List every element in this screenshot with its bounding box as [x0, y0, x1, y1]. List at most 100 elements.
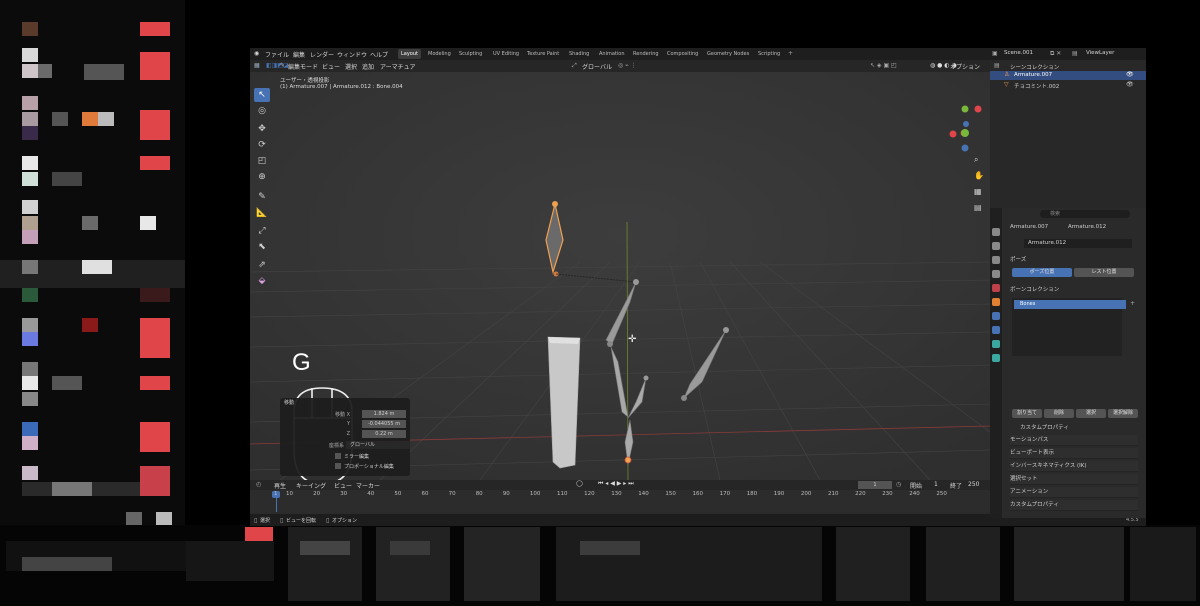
assign-button[interactable]: 割り当て [1012, 409, 1042, 418]
clock-icon[interactable]: ◷ [896, 481, 901, 488]
current-frame-field[interactable]: 1 [858, 481, 892, 489]
proportional-edit-checkbox[interactable] [335, 463, 341, 469]
options-dropdown[interactable]: オプション [950, 62, 980, 71]
roll-tool-icon[interactable]: ⬙ [254, 274, 270, 288]
visibility-icon[interactable]: 👁 [1126, 71, 1134, 78]
menu-edit[interactable]: 編集 [293, 50, 305, 59]
outliner-row-chocomint[interactable]: ▽ チョコミント.002 👁 [990, 81, 1146, 90]
scale-tool-icon[interactable]: ◰ [254, 154, 270, 168]
menu-select[interactable]: 選択 [345, 62, 357, 71]
menu-keying[interactable]: キーイング [296, 481, 326, 490]
orientation-dropdown[interactable]: グローバル [582, 62, 612, 71]
3d-viewport[interactable]: ✛ G ⌕ ✋ ▦ ▤ ユーザー・透視投影 (1) Armature.007 |… [250, 72, 990, 480]
remove-button[interactable]: 削除 [1044, 409, 1074, 418]
bone-size-tool-icon[interactable]: ⤢ [254, 224, 270, 238]
tab-texture-paint[interactable]: Texture Paint [524, 49, 562, 59]
select-box-tool-icon[interactable]: ↖ [254, 88, 270, 102]
transform-tool-icon[interactable]: ⊕ [254, 170, 270, 184]
editor-type-icon[interactable]: ▦ [254, 62, 260, 69]
menu-render[interactable]: レンダー [310, 50, 334, 59]
tab-modeling[interactable]: Modeling [425, 49, 454, 59]
menu-help[interactable]: ヘルプ [370, 50, 388, 59]
list-add-remove-icons[interactable]: + [1130, 300, 1135, 307]
bone-envelope-tool-icon[interactable]: ⬉ [254, 240, 270, 254]
extrude-tool-icon[interactable]: ⇗ [254, 258, 270, 272]
outliner-row-armature[interactable]: ♙ Armature.007 👁 [990, 71, 1146, 80]
tab-animation[interactable]: Animation [596, 49, 628, 59]
menu-file[interactable]: ファイル [265, 50, 289, 59]
annotate-tool-icon[interactable]: ✎ [254, 190, 270, 204]
pose-panel-header[interactable]: ポーズ [1010, 255, 1026, 263]
rotate-tool-icon[interactable]: ⟳ [254, 138, 270, 152]
move-z-field[interactable]: 0.22 m [362, 430, 406, 438]
tab-uv-editing[interactable]: UV Editing [490, 49, 522, 59]
physics-tab-icon[interactable] [992, 326, 1000, 334]
menu-window[interactable]: ウィンドウ [337, 50, 367, 59]
view-layer-tab-icon[interactable] [992, 270, 1000, 278]
output-tab-icon[interactable] [992, 256, 1000, 264]
scene-copy-icon[interactable]: ⧉ ✕ [1050, 50, 1061, 58]
tab-layout[interactable]: Layout [398, 49, 421, 59]
tab-sculpting[interactable]: Sculpting [456, 49, 485, 59]
view-layer-name[interactable]: ViewLayer [1086, 50, 1114, 56]
panel-motion-paths[interactable]: モーションパス [1010, 435, 1138, 446]
move-x-field[interactable]: 1.824 m [362, 410, 406, 418]
select-button[interactable]: 選択 [1076, 409, 1106, 418]
tool-tab-icon[interactable] [992, 228, 1000, 236]
panel-selection-sets[interactable]: 選択セット [1010, 474, 1138, 485]
tab-scripting[interactable]: Scripting [755, 49, 783, 59]
move-tool-icon[interactable]: ✥ [254, 122, 270, 136]
object-tab-icon[interactable] [992, 298, 1000, 306]
menu-marker[interactable]: マーカー [356, 481, 380, 490]
cursor-tool-icon[interactable]: ◎ [254, 104, 270, 118]
measure-tool-icon[interactable]: 📐 [254, 206, 270, 220]
tab-geometry-nodes[interactable]: Geometry Nodes [704, 49, 752, 59]
tab-shading[interactable]: Shading [566, 49, 592, 59]
bone-tab-icon[interactable] [992, 354, 1000, 362]
armature-data-name[interactable]: Armature.012 [1024, 239, 1132, 248]
mirror-edit-checkbox[interactable] [335, 453, 341, 459]
custom-properties-subsection[interactable]: カスタムプロパティ [1020, 423, 1069, 431]
render-tab-icon[interactable] [992, 242, 1000, 250]
mode-dropdown[interactable]: 編集モード [288, 62, 318, 71]
panel-custom-properties[interactable]: カスタムプロパティ [1010, 500, 1138, 511]
playback-controls[interactable]: ⏮ ◂ ◀ ▶ ▸ ⏭ [598, 480, 634, 488]
deselect-button[interactable]: 選択解除 [1108, 409, 1138, 418]
scene-tab-icon[interactable] [992, 284, 1000, 292]
select-mode-icons[interactable]: ◧◨◩◪ [266, 62, 289, 69]
menu-timeline-view[interactable]: ビュー [334, 481, 352, 490]
blender-logo-icon[interactable]: ◉ [254, 50, 259, 57]
auto-key-icon[interactable]: ◯ [576, 480, 583, 487]
gizmo-icons[interactable]: ↖ ◈ ▣ ◰ [870, 62, 897, 69]
timeline[interactable]: 1 10 20 30 40 50 60 70 80 90 100 110 120 130 140 150 160… [250, 490, 990, 512]
menu-playback[interactable]: 再生 [274, 481, 286, 490]
panel-animation[interactable]: アニメーション [1010, 487, 1138, 498]
outliner: ▤ シーンコレクション ♙ Armature.007 👁 ▽ チョコミント.00… [990, 60, 1146, 208]
timeline-editor-icon[interactable]: ◴ [256, 481, 261, 488]
tab-rendering[interactable]: Rendering [630, 49, 662, 59]
outliner-title[interactable]: シーンコレクション [1010, 63, 1059, 71]
bone-collections-header[interactable]: ボーンコレクション [1010, 285, 1059, 293]
orientation-select[interactable]: グローバル [346, 441, 410, 449]
scene-name[interactable]: Scene.001 [1004, 50, 1033, 56]
panel-viewport-display[interactable]: ビューポート表示 [1010, 448, 1138, 459]
armature-data-tab-icon[interactable] [992, 340, 1000, 348]
frame-tick: 110 [557, 491, 568, 497]
start-frame-field[interactable]: 1 [934, 481, 938, 488]
rest-position-button[interactable]: レスト位置 [1074, 268, 1134, 277]
bone-collection-item[interactable]: Bones [1014, 300, 1126, 309]
menu-view[interactable]: ビュー [322, 62, 340, 71]
visibility-icon[interactable]: 👁 [1126, 81, 1134, 88]
properties-search[interactable]: 検索 [1040, 210, 1130, 218]
pivot-snap-icons[interactable]: ◎ ⌁ ⋮ [618, 62, 637, 69]
menu-add[interactable]: 追加 [362, 62, 374, 71]
add-workspace-icon[interactable]: + [788, 50, 793, 57]
end-frame-field[interactable]: 250 [968, 481, 979, 488]
panel-inverse-kinematics[interactable]: インバースキネマティクス (IK) [1010, 461, 1138, 472]
menu-armature[interactable]: アーマチュア [380, 62, 416, 71]
pose-position-button[interactable]: ポーズ位置 [1012, 268, 1072, 277]
tab-compositing[interactable]: Compositing [664, 49, 701, 59]
move-y-field[interactable]: -0.044055 m [362, 420, 406, 428]
last-operation-title[interactable]: 移動 [284, 399, 294, 406]
constraints-tab-icon[interactable] [992, 312, 1000, 320]
